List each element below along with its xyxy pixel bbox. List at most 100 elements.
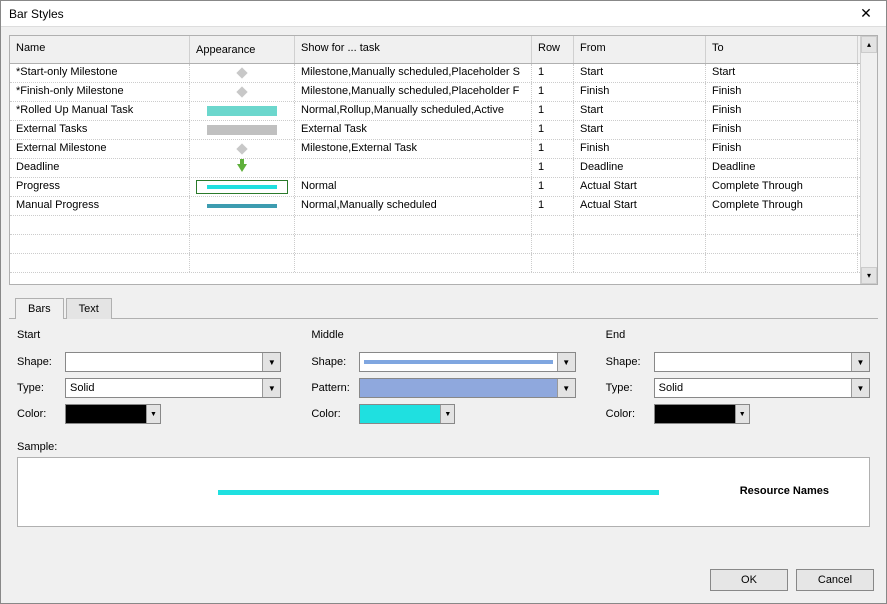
cell-show[interactable] bbox=[295, 216, 532, 234]
scroll-down-button[interactable]: ▾ bbox=[861, 267, 877, 284]
cell-row[interactable] bbox=[532, 216, 574, 234]
start-type-combo[interactable]: Solid ▼ bbox=[65, 378, 281, 398]
cell-appearance[interactable] bbox=[190, 197, 295, 215]
cell-row[interactable]: 1 bbox=[532, 159, 574, 177]
cell-row[interactable]: 1 bbox=[532, 102, 574, 120]
cell-to[interactable]: Finish bbox=[706, 140, 858, 158]
cell-row[interactable] bbox=[532, 254, 574, 272]
cell-appearance[interactable] bbox=[190, 102, 295, 120]
table-row[interactable]: Manual Progress Normal,Manually scheduled… bbox=[10, 197, 860, 216]
middle-color-picker[interactable]: ▼ bbox=[359, 404, 455, 424]
table-row[interactable]: Deadline1DeadlineDeadline bbox=[10, 159, 860, 178]
grid-scrollbar[interactable]: ▴ ▾ bbox=[860, 36, 877, 284]
cell-row[interactable]: 1 bbox=[532, 64, 574, 82]
cell-from[interactable]: Start bbox=[574, 64, 706, 82]
tab-text[interactable]: Text bbox=[66, 298, 112, 319]
cell-name[interactable]: *Rolled Up Manual Task bbox=[10, 102, 190, 120]
cell-show[interactable] bbox=[295, 254, 532, 272]
cell-row[interactable]: 1 bbox=[532, 83, 574, 101]
table-row[interactable]: Progress Normal1Actual StartComplete Thro… bbox=[10, 178, 860, 197]
cell-from[interactable] bbox=[574, 216, 706, 234]
table-row[interactable]: *Start-only Milestone Milestone,Manually … bbox=[10, 64, 860, 83]
cell-row[interactable]: 1 bbox=[532, 178, 574, 196]
middle-shape-combo[interactable]: ▼ bbox=[359, 352, 575, 372]
table-row[interactable] bbox=[10, 254, 860, 273]
cell-appearance[interactable] bbox=[190, 178, 295, 196]
cell-show[interactable]: External Task bbox=[295, 121, 532, 139]
cell-from[interactable]: Actual Start bbox=[574, 178, 706, 196]
cell-row[interactable]: 1 bbox=[532, 121, 574, 139]
cell-row[interactable] bbox=[532, 235, 574, 253]
tab-bars[interactable]: Bars bbox=[15, 298, 64, 319]
cell-appearance[interactable] bbox=[190, 235, 295, 253]
table-row[interactable] bbox=[10, 216, 860, 235]
cancel-button[interactable]: Cancel bbox=[796, 569, 874, 591]
cell-show[interactable]: Milestone,External Task bbox=[295, 140, 532, 158]
end-type-combo[interactable]: Solid ▼ bbox=[654, 378, 870, 398]
cell-from[interactable]: Start bbox=[574, 121, 706, 139]
cell-name[interactable]: Manual Progress bbox=[10, 197, 190, 215]
table-row[interactable] bbox=[10, 235, 860, 254]
cell-appearance[interactable] bbox=[190, 216, 295, 234]
cell-appearance[interactable] bbox=[190, 140, 295, 158]
cell-from[interactable]: Finish bbox=[574, 83, 706, 101]
table-row[interactable]: External Milestone Milestone,External Tas… bbox=[10, 140, 860, 159]
start-color-picker[interactable]: ▼ bbox=[65, 404, 161, 424]
cell-row[interactable]: 1 bbox=[532, 140, 574, 158]
cell-row[interactable]: 1 bbox=[532, 197, 574, 215]
cell-to[interactable] bbox=[706, 216, 858, 234]
cell-from[interactable] bbox=[574, 254, 706, 272]
cell-name[interactable]: *Finish-only Milestone bbox=[10, 83, 190, 101]
cell-show[interactable] bbox=[295, 159, 532, 177]
end-color-picker[interactable]: ▼ bbox=[654, 404, 750, 424]
table-row[interactable]: *Rolled Up Manual Task Normal,Rollup,Manu… bbox=[10, 102, 860, 121]
cell-from[interactable]: Actual Start bbox=[574, 197, 706, 215]
cell-show[interactable]: Normal,Rollup,Manually scheduled,Active bbox=[295, 102, 532, 120]
cell-appearance[interactable] bbox=[190, 254, 295, 272]
start-shape-combo[interactable]: ▼ bbox=[65, 352, 281, 372]
cell-to[interactable]: Finish bbox=[706, 121, 858, 139]
cell-to[interactable] bbox=[706, 235, 858, 253]
cell-appearance[interactable] bbox=[190, 64, 295, 82]
cell-name[interactable]: Progress bbox=[10, 178, 190, 196]
col-header-row[interactable]: Row bbox=[532, 36, 574, 63]
col-header-from[interactable]: From bbox=[574, 36, 706, 63]
cell-name[interactable]: *Start-only Milestone bbox=[10, 64, 190, 82]
cell-appearance[interactable] bbox=[190, 83, 295, 101]
cell-to[interactable]: Complete Through bbox=[706, 197, 858, 215]
col-header-name[interactable]: Name bbox=[10, 36, 190, 63]
table-row[interactable]: External Tasks External Task1StartFinish bbox=[10, 121, 860, 140]
cell-name[interactable] bbox=[10, 216, 190, 234]
cell-show[interactable] bbox=[295, 235, 532, 253]
scroll-up-button[interactable]: ▴ bbox=[861, 36, 877, 53]
table-row[interactable]: *Finish-only Milestone Milestone,Manually… bbox=[10, 83, 860, 102]
cell-name[interactable]: Deadline bbox=[10, 159, 190, 177]
cell-to[interactable]: Finish bbox=[706, 102, 858, 120]
middle-pattern-combo[interactable]: ▼ bbox=[359, 378, 575, 398]
cell-show[interactable]: Milestone,Manually scheduled,Placeholder… bbox=[295, 64, 532, 82]
cell-from[interactable]: Finish bbox=[574, 140, 706, 158]
cell-from[interactable]: Deadline bbox=[574, 159, 706, 177]
cell-name[interactable] bbox=[10, 254, 190, 272]
cell-show[interactable]: Normal,Manually scheduled bbox=[295, 197, 532, 215]
col-header-to[interactable]: To bbox=[706, 36, 858, 63]
cell-show[interactable]: Normal bbox=[295, 178, 532, 196]
cell-from[interactable]: Start bbox=[574, 102, 706, 120]
cell-to[interactable] bbox=[706, 254, 858, 272]
cell-name[interactable]: External Milestone bbox=[10, 140, 190, 158]
cell-to[interactable]: Finish bbox=[706, 83, 858, 101]
cell-appearance[interactable] bbox=[190, 159, 295, 177]
col-header-appearance[interactable]: Appearance bbox=[190, 36, 295, 63]
cell-to[interactable]: Deadline bbox=[706, 159, 858, 177]
cell-to[interactable]: Complete Through bbox=[706, 178, 858, 196]
col-header-show[interactable]: Show for ... task bbox=[295, 36, 532, 63]
end-shape-combo[interactable]: ▼ bbox=[654, 352, 870, 372]
cell-name[interactable] bbox=[10, 235, 190, 253]
close-button[interactable]: ✕ bbox=[846, 1, 886, 26]
cell-show[interactable]: Milestone,Manually scheduled,Placeholder… bbox=[295, 83, 532, 101]
cell-appearance[interactable] bbox=[190, 121, 295, 139]
cell-name[interactable]: External Tasks bbox=[10, 121, 190, 139]
ok-button[interactable]: OK bbox=[710, 569, 788, 591]
cell-from[interactable] bbox=[574, 235, 706, 253]
cell-to[interactable]: Start bbox=[706, 64, 858, 82]
